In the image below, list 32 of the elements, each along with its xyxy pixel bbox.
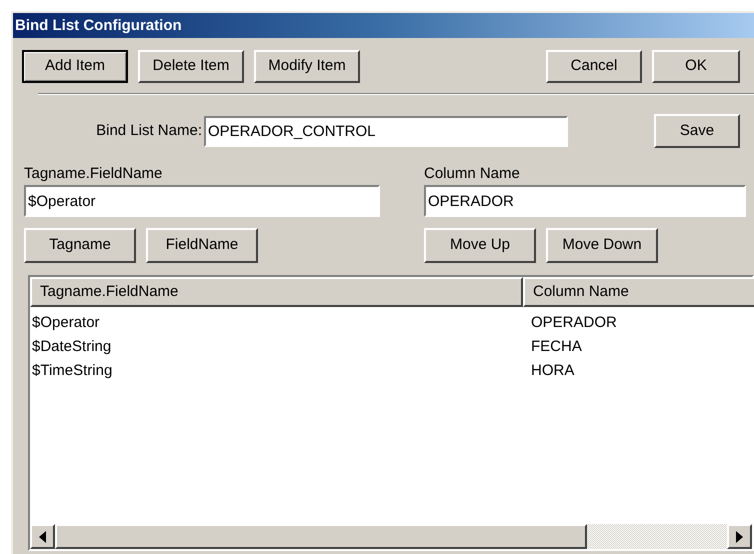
table-cell-text: FECHA [531,337,583,357]
input-field[interactable]: $Operator [24,185,380,217]
column-header[interactable]: Tagname.FieldName [30,277,523,307]
table-cell-text: $Operator [31,313,101,333]
action-button[interactable]: Tagname [24,228,136,263]
window-title: Bind List Configuration [13,13,754,38]
action-button[interactable]: Move Down [546,228,658,263]
scroll-left-button[interactable] [30,524,55,549]
table-cell-text: $TimeString [31,361,114,381]
scroll-thumb[interactable] [55,524,587,549]
toolbar-button[interactable]: Delete Item [138,50,244,83]
column-header[interactable]: Column Name [523,277,754,307]
input-field[interactable]: OPERADOR_CONTROL [204,116,568,146]
table-cell-text: $DateString [31,337,112,357]
action-button[interactable]: FieldName [146,228,258,263]
input-field[interactable]: OPERADOR [424,185,746,217]
toolbar-button[interactable]: OK [652,50,740,83]
list-view[interactable]: Tagname.FieldName Column Name $Operator OPERADOR $DateString FECHA $TimeString HORA [28,275,754,551]
table-cell-text: HORA [531,361,576,381]
right-arrow-icon [736,530,743,542]
toolbar-button[interactable]: Add Item [22,50,128,83]
field-label: Tagname.FieldName [24,165,162,183]
field-label: Bind List Name: [95,120,203,141]
left-arrow-icon [39,530,46,542]
action-button[interactable]: Move Up [424,228,536,263]
toolbar-button[interactable]: Modify Item [254,50,360,83]
table-cell-text: OPERADOR [531,313,618,333]
toolbar-button[interactable]: Cancel [546,50,642,83]
horizontal-scrollbar[interactable] [30,524,752,549]
scroll-right-button[interactable] [727,524,752,549]
field-label: Column Name [424,165,520,183]
save-button[interactable]: Save [654,114,740,148]
